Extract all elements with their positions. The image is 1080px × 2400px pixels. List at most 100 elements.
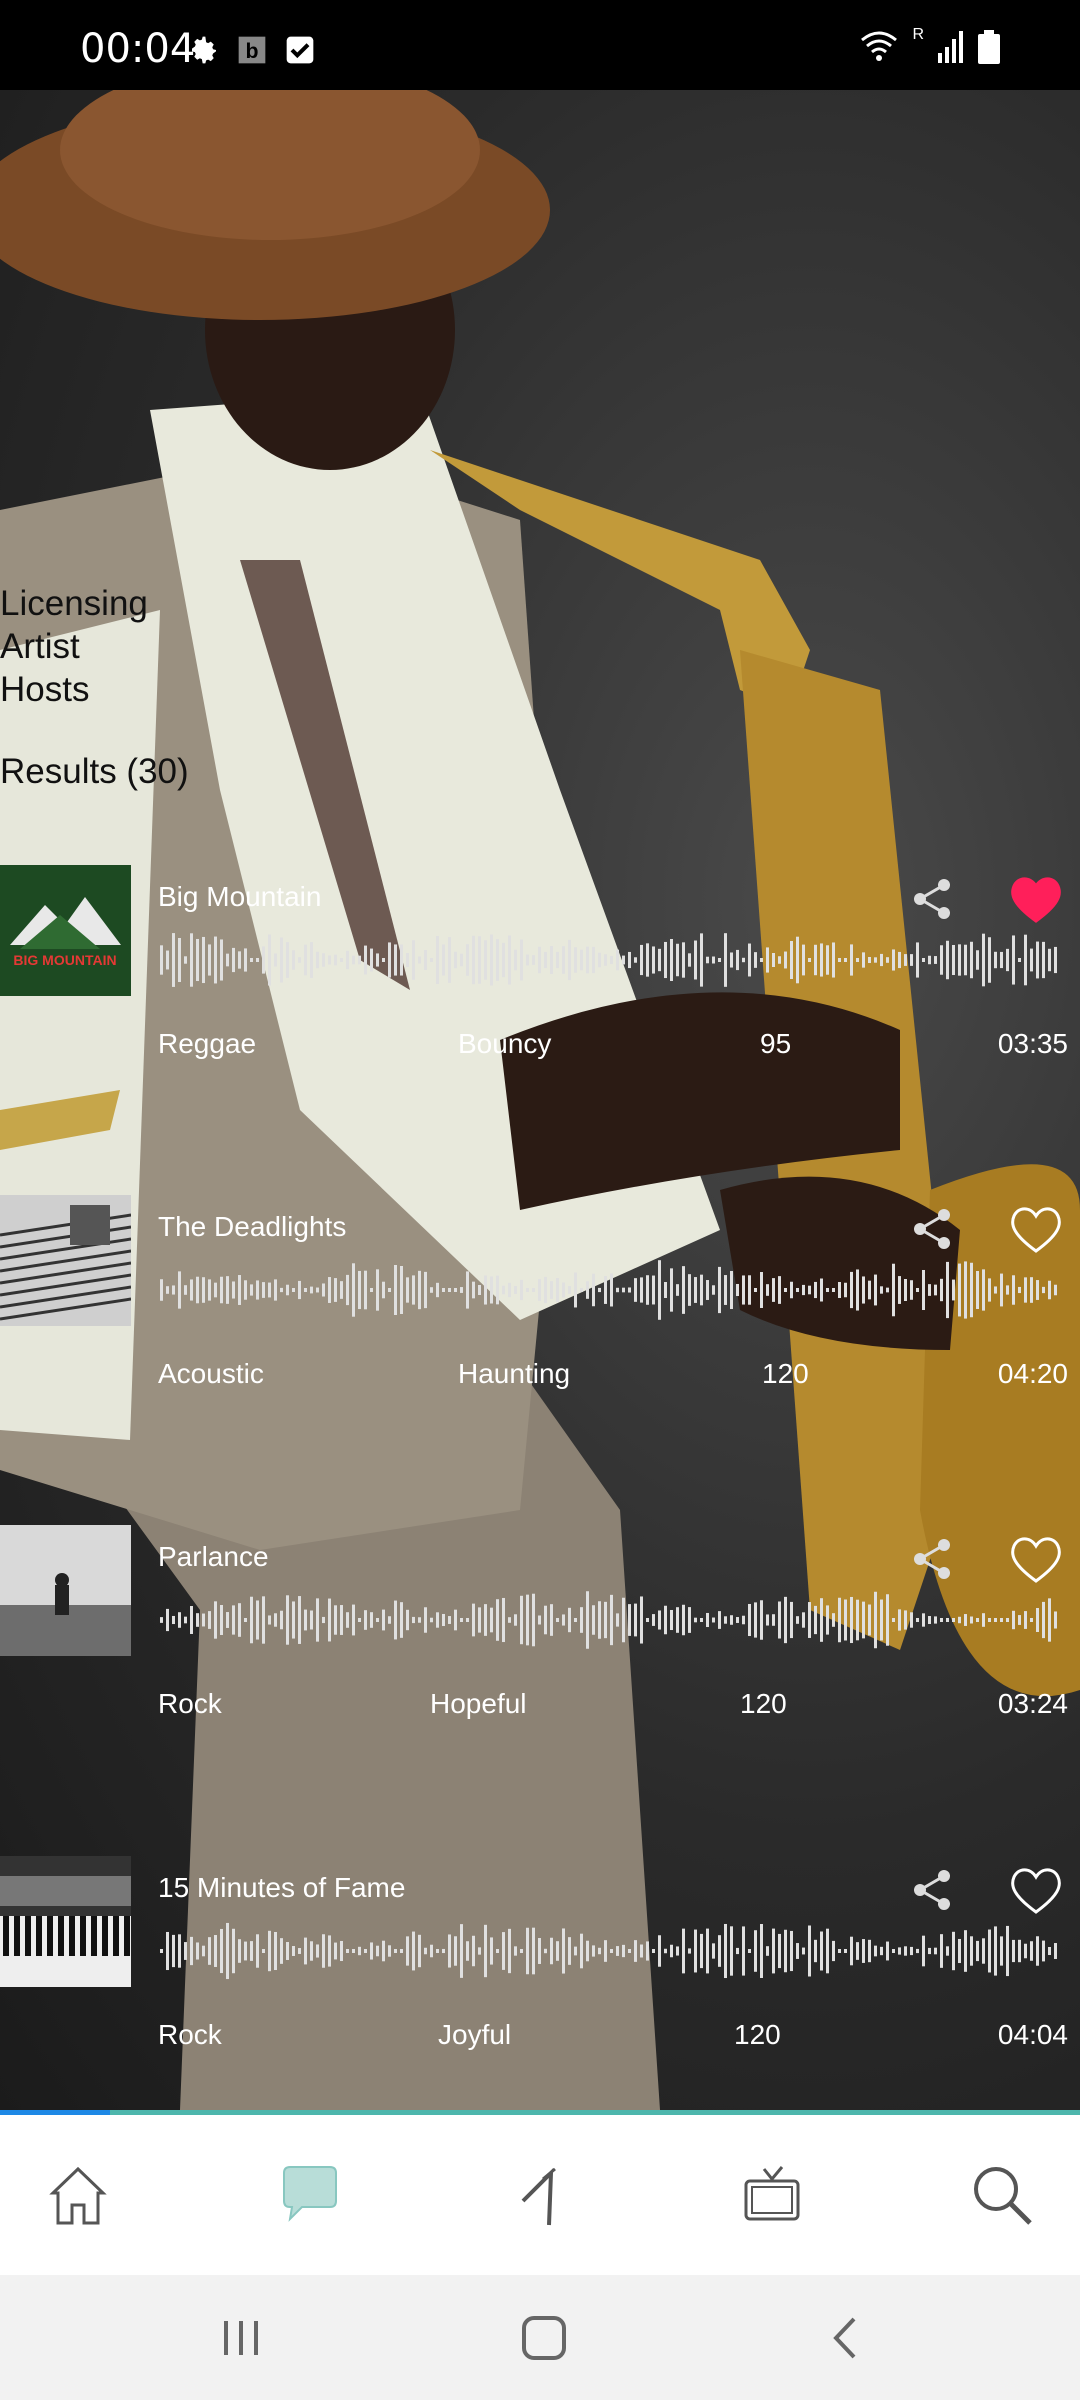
album-art-rooftop[interactable]: [0, 1525, 131, 1656]
track-mood: Bouncy: [458, 1028, 552, 1059]
track-title[interactable]: 15 Minutes of Fame: [158, 1872, 405, 1904]
waveform-bar: [196, 1613, 199, 1627]
waveform-bar: [568, 1286, 571, 1294]
waveform-bar: [202, 1277, 205, 1303]
waveform-bar: [1006, 1285, 1009, 1295]
bottom-nav: [0, 2115, 1080, 2275]
waveform[interactable]: [160, 1255, 1065, 1325]
waveform-bar: [880, 1946, 883, 1956]
waveform-bar: [676, 1607, 679, 1633]
favorite-heart-icon[interactable]: [1008, 1864, 1064, 1916]
waveform-bar: [490, 1276, 493, 1304]
album-art-stairs[interactable]: [0, 1195, 131, 1326]
waveform-bar: [856, 1599, 859, 1641]
back-button[interactable]: [816, 2313, 876, 2363]
waveform-bar: [160, 1617, 163, 1623]
waveform-bar: [1000, 1936, 1003, 1966]
waveform-bar: [754, 1602, 757, 1638]
track-title[interactable]: The Deadlights: [158, 1211, 346, 1243]
favorite-heart-icon[interactable]: [1008, 1533, 1064, 1585]
waveform-bar: [550, 1604, 553, 1636]
chat-icon[interactable]: [270, 2155, 350, 2235]
waveform-bar: [466, 1618, 469, 1622]
waveform-bar: [946, 1946, 949, 1956]
menu-item-artist[interactable]: Artist: [0, 625, 148, 668]
waveform-bar: [388, 942, 391, 978]
waveform-bar: [436, 1949, 439, 1953]
track-row[interactable]: The Deadlights Acoustic Haunting 120 04:…: [0, 1195, 1080, 1425]
waveform[interactable]: [160, 925, 1065, 995]
waveform-bar: [388, 1288, 391, 1292]
recents-button[interactable]: [212, 2313, 272, 2363]
waveform-bar: [940, 945, 943, 975]
waveform-bar: [340, 1281, 343, 1299]
waveform-bar: [322, 1934, 325, 1968]
waveform-bar: [520, 1949, 523, 1953]
waveform-bar: [196, 938, 199, 982]
waveform-bar: [178, 1271, 181, 1309]
waveform-bar: [160, 1949, 163, 1953]
favorite-heart-icon[interactable]: [1008, 1203, 1064, 1255]
waveform-bar: [640, 944, 643, 976]
waveform-bar: [850, 1596, 853, 1644]
waveform-bar: [214, 1935, 217, 1967]
waveform-bar: [364, 945, 367, 975]
waveform-bar: [1024, 1943, 1027, 1959]
waveform-bar: [412, 1931, 415, 1971]
waveform-bar: [994, 1286, 997, 1294]
waveform-bar: [250, 1941, 253, 1961]
album-art-keyboard[interactable]: [0, 1856, 131, 1987]
waveform-bar: [370, 1612, 373, 1628]
search-icon[interactable]: [962, 2155, 1042, 2235]
track-row[interactable]: Parlance Rock Hopeful 120 03:24: [0, 1525, 1080, 1755]
waveform-bar: [1030, 1941, 1033, 1961]
tv-icon[interactable]: [732, 2155, 812, 2235]
waveform-bar: [310, 1941, 313, 1961]
waveform-bar: [472, 1935, 475, 1967]
waveform[interactable]: [160, 1916, 1065, 1986]
waveform-bar: [910, 954, 913, 966]
waveform-bar: [484, 940, 487, 980]
waveform-bar: [1024, 934, 1027, 986]
waveform-bar: [664, 1282, 667, 1298]
track-title[interactable]: Big Mountain: [158, 881, 321, 913]
menu-item-licensing[interactable]: Licensing: [0, 582, 148, 625]
track-row[interactable]: 15 Minutes of Fame Rock Joyful 120 04:04: [0, 1856, 1080, 2086]
home-button[interactable]: [514, 2313, 574, 2363]
track-title[interactable]: Parlance: [158, 1541, 269, 1573]
share-icon[interactable]: [908, 1535, 956, 1583]
waveform-bar: [634, 1278, 637, 1302]
waveform-bar: [964, 944, 967, 976]
waveform-bar: [922, 1613, 925, 1627]
waveform-bar: [592, 1605, 595, 1635]
feed-icon[interactable]: [503, 2155, 583, 2235]
waveform-bar: [736, 1283, 739, 1297]
favorite-heart-icon[interactable]: [1008, 873, 1064, 925]
waveform-bar: [862, 1939, 865, 1963]
waveform-bar: [784, 1596, 787, 1644]
waveform-bar: [976, 1270, 979, 1310]
waveform-bar: [988, 1278, 991, 1302]
waveform-bar: [874, 1945, 877, 1957]
share-icon[interactable]: [908, 875, 956, 923]
waveform-bar: [436, 1282, 439, 1298]
waveform-bar: [184, 1942, 187, 1960]
track-row[interactable]: BIG MOUNTAIN Big Mountain Reggae Bouncy …: [0, 865, 1080, 1095]
share-icon[interactable]: [908, 1205, 956, 1253]
waveform-bar: [964, 1614, 967, 1626]
waveform-bar: [466, 944, 469, 976]
menu-item-hosts[interactable]: Hosts: [0, 668, 148, 711]
waveform-bar: [604, 954, 607, 966]
waveform-bar: [814, 1939, 817, 1963]
waveform[interactable]: [160, 1585, 1065, 1655]
waveform-bar: [364, 1270, 367, 1310]
waveform-bar: [538, 1938, 541, 1964]
waveform-bar: [208, 944, 211, 976]
waveform-bar: [262, 946, 265, 974]
share-icon[interactable]: [908, 1866, 956, 1914]
waveform-bar: [916, 942, 919, 978]
album-art-big-mountain[interactable]: BIG MOUNTAIN: [0, 865, 131, 996]
waveform-bar: [502, 1285, 505, 1295]
waveform-bar: [718, 958, 721, 962]
home-icon[interactable]: [38, 2155, 118, 2235]
